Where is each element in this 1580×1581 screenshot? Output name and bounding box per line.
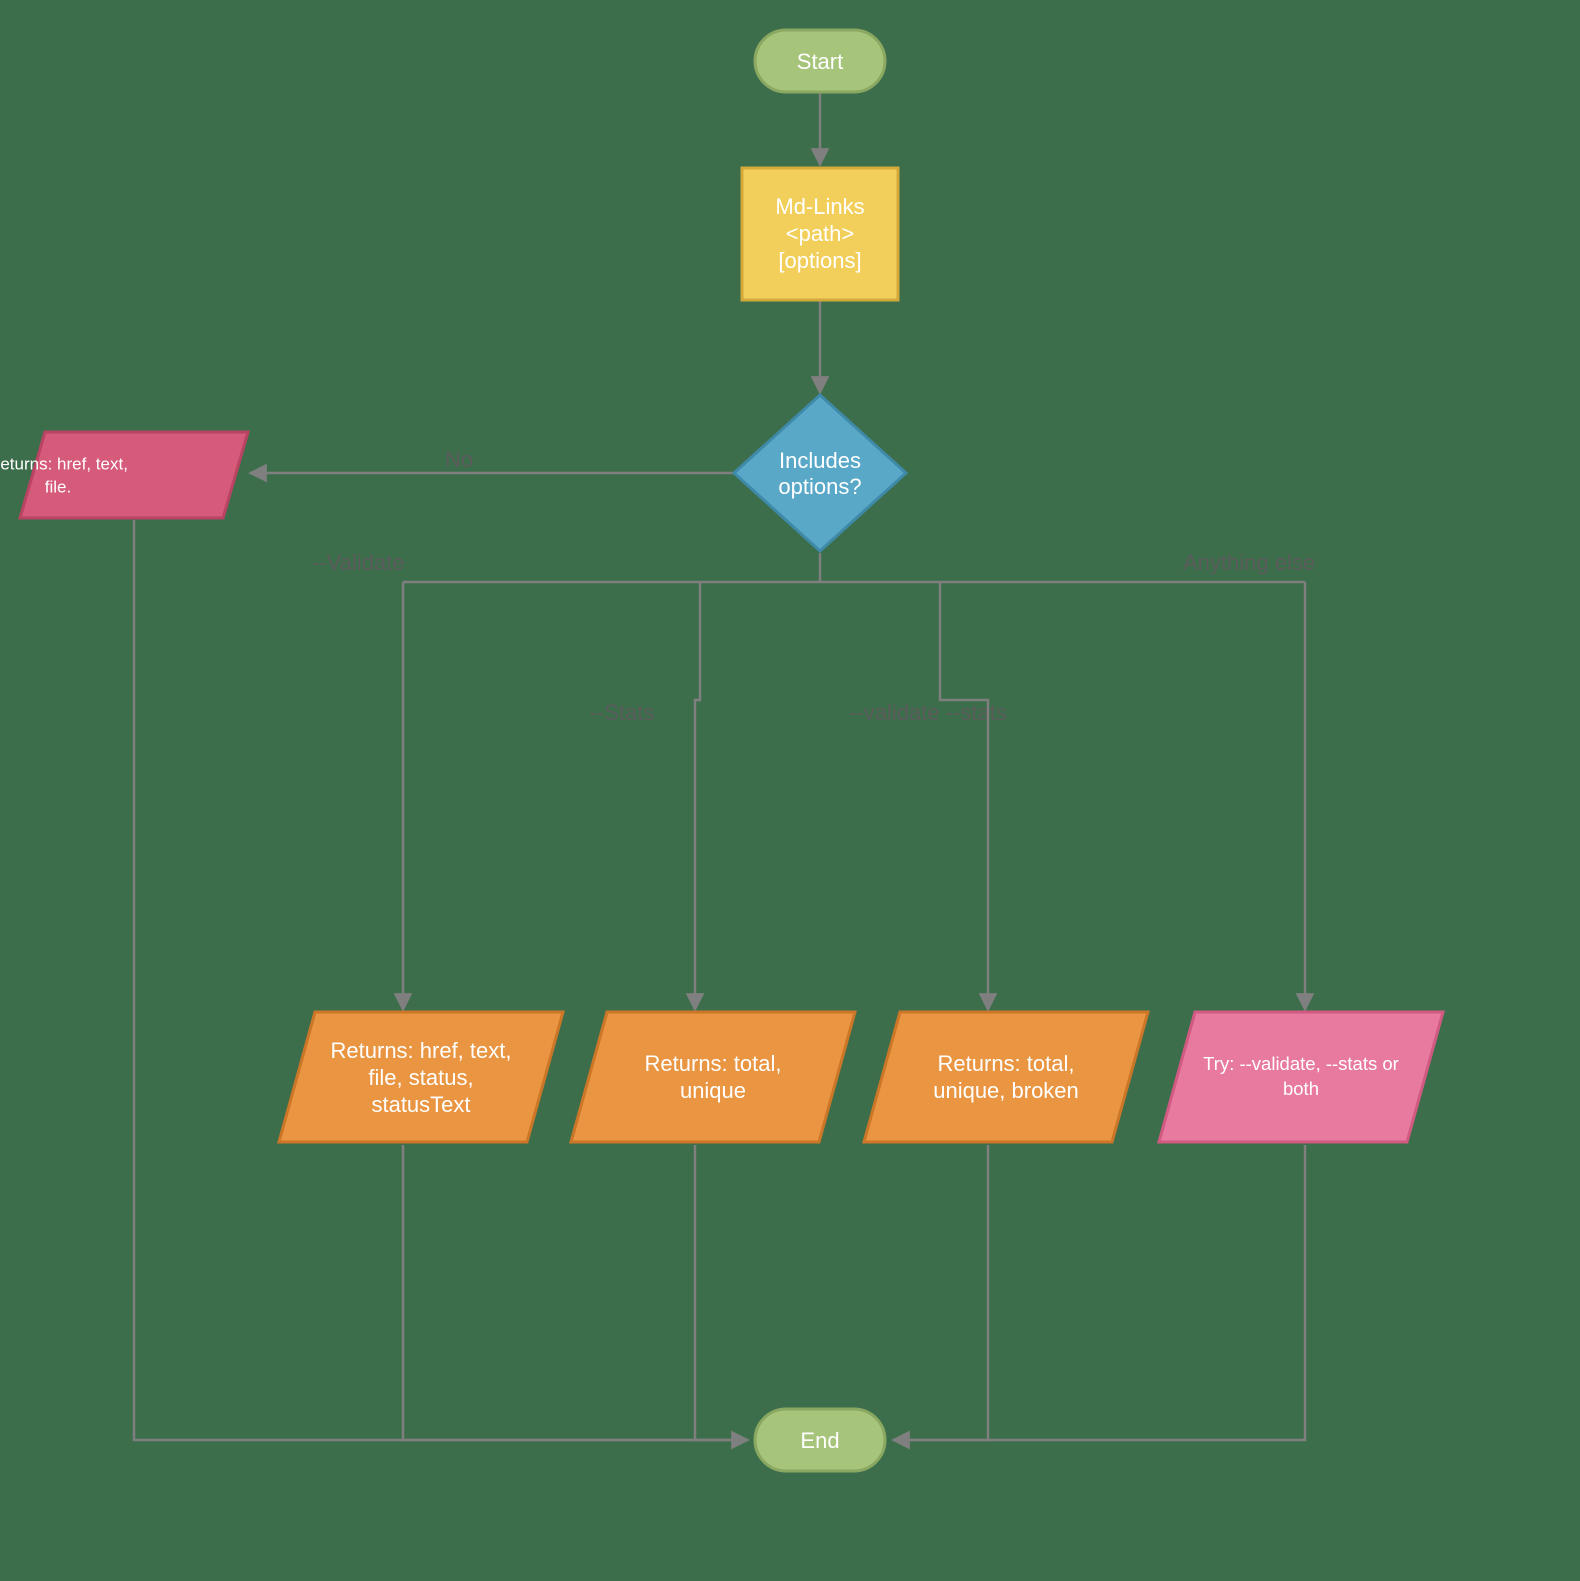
node-else-result: Try: --validate, --stats or both <box>1159 1012 1443 1142</box>
node-both-result: Returns: total, unique, broken <box>864 1012 1148 1142</box>
edge-label-both: --validate --stats <box>849 700 1007 725</box>
node-else-result-line1: Try: --validate, --stats or <box>1203 1053 1399 1074</box>
node-both-result-line1: Returns: total, <box>938 1051 1075 1076</box>
edge-label-else: Anything else <box>1183 550 1315 575</box>
edge-label-no: No <box>445 447 473 472</box>
node-process-line1: Md-Links <box>775 194 864 219</box>
node-both-result-line2: unique, broken <box>933 1078 1079 1103</box>
node-no-result: Returns: href, text, file. <box>0 432 248 518</box>
node-process-line3: [options] <box>778 248 861 273</box>
edge-label-stats: --Stats <box>590 700 655 725</box>
node-stats-result-line2: unique <box>680 1078 746 1103</box>
node-validate-result-line1: Returns: href, text, <box>331 1038 512 1063</box>
node-end: End <box>755 1409 885 1471</box>
node-start: Start <box>755 30 885 92</box>
node-process-line2: <path> <box>786 221 855 246</box>
node-validate-result: Returns: href, text, file, status, statu… <box>279 1012 563 1142</box>
edge-no-to-end <box>134 520 748 1440</box>
node-stats-result: Returns: total, unique <box>571 1012 855 1142</box>
node-process: Md-Links <path> [options] <box>742 168 898 300</box>
edge-label-validate: --Validate <box>312 550 405 575</box>
flowchart-canvas: No --Validate Anything else --Stats --va… <box>0 0 1580 1581</box>
node-validate-result-line3: statusText <box>371 1092 470 1117</box>
node-decision: Includes options? <box>734 395 906 551</box>
node-start-label: Start <box>797 49 843 74</box>
node-no-result-line2: file. <box>45 477 71 496</box>
edge-both-down <box>940 582 988 1010</box>
node-decision-line2: options? <box>778 474 861 499</box>
edge-else-to-end <box>893 1145 1305 1440</box>
node-no-result-line1: Returns: href, text, <box>0 454 128 473</box>
edge-stats-down <box>695 582 700 1010</box>
node-stats-result-line1: Returns: total, <box>645 1051 782 1076</box>
node-else-result-line2: both <box>1283 1078 1319 1099</box>
node-decision-line1: Includes <box>779 448 861 473</box>
edge-both-to-end <box>893 1145 988 1440</box>
edge-stats-to-end <box>695 1145 748 1440</box>
node-validate-result-line2: file, status, <box>368 1065 473 1090</box>
node-end-label: End <box>800 1428 839 1453</box>
